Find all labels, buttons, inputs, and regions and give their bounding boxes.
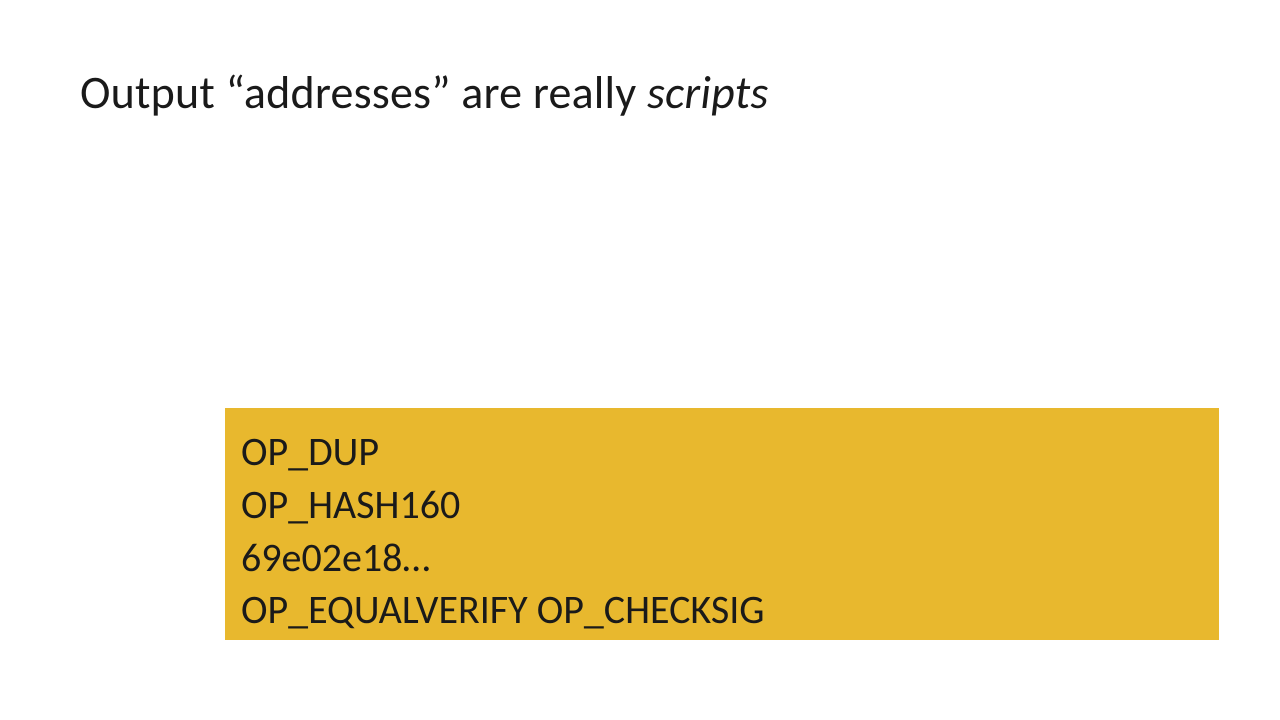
- code-line: OP_HASH160: [241, 479, 1203, 532]
- slide-title-italic: scripts: [647, 65, 769, 121]
- code-box: OP_DUP OP_HASH160 69e02e18… OP_EQUALVERI…: [225, 408, 1219, 640]
- slide-title-prefix: Output “addresses” are really: [80, 65, 647, 121]
- code-line: 69e02e18…: [241, 532, 1203, 585]
- code-line: OP_EQUALVERIFY OP_CHECKSIG: [241, 584, 1203, 637]
- slide-title: Output “addresses” are really scripts: [80, 65, 768, 121]
- code-line: OP_DUP: [241, 426, 1203, 479]
